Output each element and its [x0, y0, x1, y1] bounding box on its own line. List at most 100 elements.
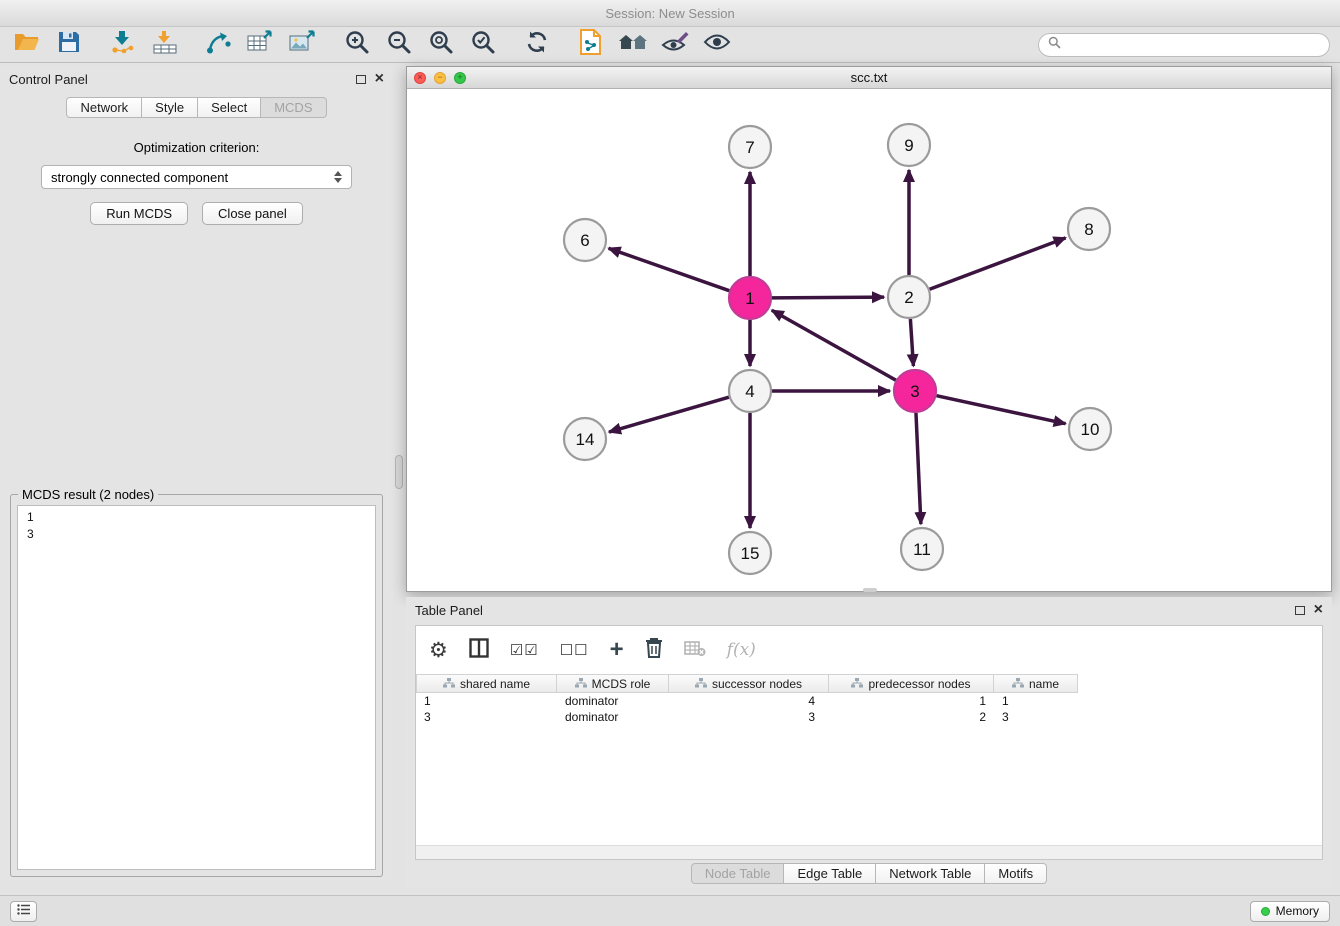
- delete-table-button[interactable]: [684, 639, 706, 662]
- show-hide-button[interactable]: [700, 30, 734, 60]
- tab-select[interactable]: Select: [198, 97, 261, 118]
- tab-motifs[interactable]: Motifs: [985, 863, 1047, 884]
- column-header-predecessor-nodes[interactable]: predecessor nodes: [829, 674, 994, 693]
- graph-edge-4-14[interactable]: [609, 397, 729, 432]
- close-panel-icon[interactable]: ×: [375, 71, 384, 87]
- minimize-window-icon[interactable]: −: [434, 72, 446, 84]
- close-table-panel-icon[interactable]: ×: [1314, 602, 1323, 618]
- graph-node-6[interactable]: 6: [564, 219, 606, 261]
- window-resize-grip[interactable]: [863, 588, 877, 592]
- trash-icon: [645, 637, 663, 664]
- column-header-shared-name[interactable]: shared name: [416, 674, 557, 693]
- column-header-name[interactable]: name: [994, 674, 1078, 693]
- graph-node-4[interactable]: 4: [729, 370, 771, 412]
- zoom-window-icon[interactable]: +: [454, 72, 466, 84]
- graph-edge-3-11[interactable]: [916, 413, 921, 524]
- graph-edge-1-2[interactable]: [772, 297, 884, 298]
- graph-edge-2-8[interactable]: [930, 238, 1066, 289]
- network-window: scc.txt × − + 1234678910111415: [406, 66, 1332, 592]
- document-network-icon: [579, 29, 603, 60]
- zoom-out-button[interactable]: [382, 30, 416, 60]
- graph-node-3[interactable]: 3: [894, 370, 936, 412]
- gear-icon: ⚙: [429, 640, 448, 661]
- save-session-button[interactable]: [52, 30, 86, 60]
- float-panel-icon[interactable]: [356, 75, 366, 84]
- import-network-button[interactable]: [106, 30, 140, 60]
- graph-node-14[interactable]: 14: [564, 418, 606, 460]
- function-builder-button[interactable]: f(x): [727, 640, 756, 660]
- first-neighbors-button[interactable]: [574, 30, 608, 60]
- table-cell: 3: [669, 709, 829, 725]
- graph-node-15[interactable]: 15: [729, 532, 771, 574]
- search-field[interactable]: [1038, 33, 1330, 57]
- graph-node-7[interactable]: 7: [729, 126, 771, 168]
- table-panel-title: Table Panel: [415, 603, 483, 618]
- refresh-layout-button[interactable]: [520, 30, 554, 60]
- apply-style-button[interactable]: [658, 30, 692, 60]
- graph-node-9[interactable]: 9: [888, 124, 930, 166]
- checked-boxes-icon: ☑☑: [510, 643, 539, 658]
- mcds-result-title: MCDS result (2 nodes): [18, 487, 158, 502]
- tab-edge-table[interactable]: Edge Table: [784, 863, 876, 884]
- window-title: Session: New Session: [605, 6, 734, 21]
- table-cell: 1: [994, 693, 1078, 709]
- graph-edge-2-3[interactable]: [910, 319, 913, 366]
- float-table-panel-icon[interactable]: [1295, 606, 1305, 615]
- task-history-button[interactable]: [10, 901, 37, 922]
- mcds-result-list[interactable]: 1 3: [17, 505, 376, 870]
- group-nodes-button[interactable]: [616, 30, 650, 60]
- main-toolbar: [0, 27, 1340, 63]
- style-brush-eye-icon: [661, 30, 689, 59]
- new-network-button[interactable]: [202, 30, 236, 60]
- add-column-button[interactable]: +: [610, 638, 624, 662]
- graph-node-8[interactable]: 8: [1068, 208, 1110, 250]
- table-panel: Table Panel × ⚙ ☑☑ ☐☐ + f(x) shared name…: [406, 597, 1332, 888]
- graph-edge-1-6[interactable]: [609, 248, 730, 290]
- export-image-button[interactable]: [286, 30, 320, 60]
- tab-node-table[interactable]: Node Table: [691, 863, 785, 884]
- criterion-dropdown[interactable]: strongly connected component: [41, 165, 352, 189]
- open-folder-icon: [14, 31, 40, 58]
- show-columns-button[interactable]: [469, 638, 489, 663]
- column-header-mcds-role[interactable]: MCDS role: [557, 674, 669, 693]
- graph-edge-3-10[interactable]: [936, 396, 1065, 424]
- import-table-button[interactable]: [148, 30, 182, 60]
- column-header-successor-nodes[interactable]: successor nodes: [669, 674, 829, 693]
- svg-text:9: 9: [904, 136, 913, 155]
- memory-button[interactable]: Memory: [1250, 901, 1330, 922]
- zoom-selected-button[interactable]: [466, 30, 500, 60]
- zoom-in-button[interactable]: [340, 30, 374, 60]
- close-window-icon[interactable]: ×: [414, 72, 426, 84]
- graph-node-1[interactable]: 1: [729, 277, 771, 319]
- table-row[interactable]: 3dominator323: [416, 709, 1322, 725]
- table-settings-button[interactable]: ⚙: [429, 640, 448, 661]
- tab-network[interactable]: Network: [66, 97, 142, 118]
- delete-row-button[interactable]: [645, 637, 663, 664]
- refresh-icon: [524, 30, 550, 59]
- svg-text:1: 1: [745, 289, 754, 308]
- svg-text:6: 6: [580, 231, 589, 250]
- graph-node-2[interactable]: 2: [888, 276, 930, 318]
- graph-node-11[interactable]: 11: [901, 528, 943, 570]
- horizontal-scrollbar[interactable]: [416, 845, 1322, 859]
- network-canvas[interactable]: 1 2 3 4 6 7 8 9 10 11 14 15: [407, 89, 1331, 591]
- zoom-out-icon: [386, 29, 412, 60]
- open-file-button[interactable]: [10, 30, 44, 60]
- search-input[interactable]: [1067, 37, 1320, 52]
- tab-network-table[interactable]: Network Table: [876, 863, 985, 884]
- close-panel-button[interactable]: Close panel: [202, 202, 303, 225]
- tab-style[interactable]: Style: [142, 97, 198, 118]
- table-row[interactable]: 1dominator411: [416, 693, 1322, 709]
- deselect-all-button[interactable]: ☐☐: [560, 643, 589, 658]
- graph-edge-3-1[interactable]: [772, 310, 896, 380]
- select-all-button[interactable]: ☑☑: [510, 643, 539, 658]
- zoom-fit-button[interactable]: [424, 30, 458, 60]
- run-mcds-button[interactable]: Run MCDS: [90, 202, 188, 225]
- export-table-button[interactable]: [244, 30, 278, 60]
- column-sort-icon: [443, 677, 455, 691]
- table-panel-tabs: Node Table Edge Table Network Table Moti…: [406, 863, 1332, 884]
- plus-icon: +: [610, 638, 624, 662]
- graph-node-10[interactable]: 10: [1069, 408, 1111, 450]
- tab-mcds[interactable]: MCDS: [261, 97, 326, 118]
- panel-splitter-handle[interactable]: [395, 455, 403, 489]
